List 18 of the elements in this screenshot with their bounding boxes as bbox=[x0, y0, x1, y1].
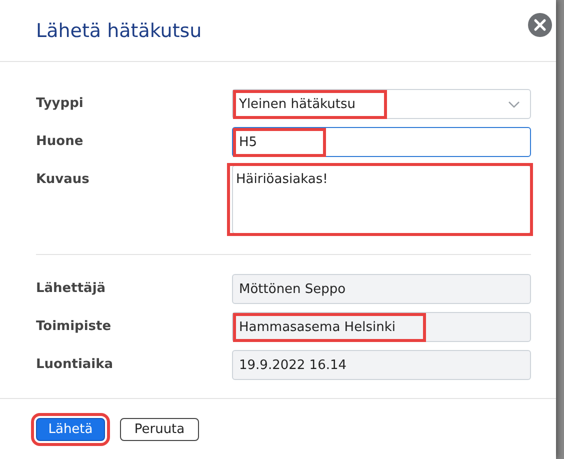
type-select[interactable]: Yleinen hätäkutsu bbox=[232, 89, 531, 119]
chevron-down-icon bbox=[508, 100, 520, 108]
text-field[interactable]: Hammasasema Helsinki bbox=[232, 312, 531, 342]
field-label: Lähettäjä bbox=[36, 280, 107, 296]
text-field[interactable]: Möttönen Seppo bbox=[232, 274, 531, 304]
text-field[interactable]: H5 bbox=[232, 127, 531, 157]
cancel-button[interactable]: Peruuta bbox=[120, 418, 199, 440]
field-label: Tyyppi bbox=[36, 95, 84, 111]
highlight-frame: Yleinen hätäkutsu bbox=[236, 92, 384, 116]
field-label: Luontiaika bbox=[36, 356, 114, 372]
dialog-title: Lähetä hätäkutsu bbox=[36, 20, 202, 42]
highlight-frame: Hammasasema Helsinki bbox=[236, 316, 424, 338]
highlight-frame: H5 bbox=[236, 130, 324, 154]
field-label: Toimipiste bbox=[36, 318, 112, 334]
close-icon[interactable] bbox=[528, 12, 552, 36]
field-label: Huone bbox=[36, 133, 84, 149]
field-label: Kuvaus bbox=[36, 171, 90, 187]
text-field[interactable]: 19.9.2022 16.14 bbox=[232, 350, 531, 380]
